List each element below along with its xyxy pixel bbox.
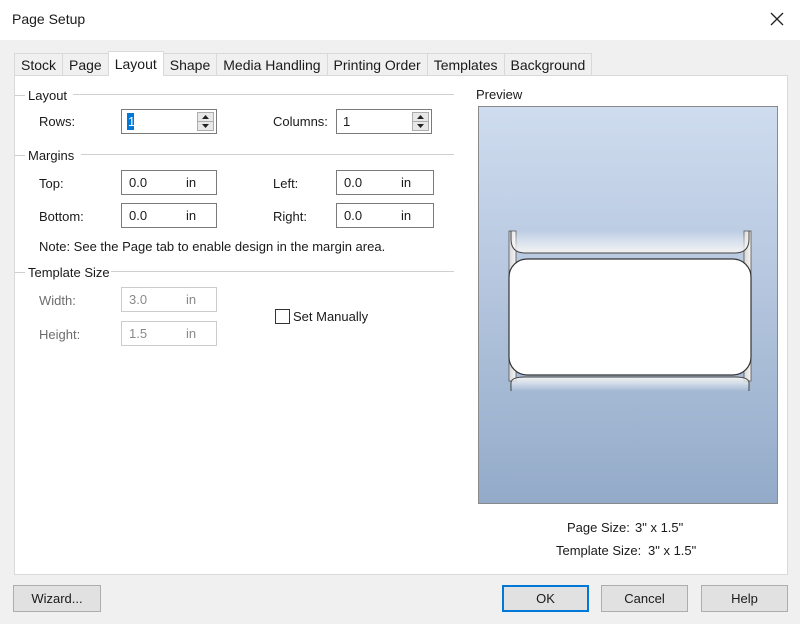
up-arrow-icon [417,115,424,119]
dialog-body: Stock Page Layout Shape Media Handling P… [0,40,800,624]
margin-note: Note: See the Page tab to enable design … [39,239,386,254]
tab-templates[interactable]: Templates [426,53,505,76]
tab-printing-order[interactable]: Printing Order [326,53,428,76]
tab-media-handling[interactable]: Media Handling [216,53,328,76]
columns-value: 1 [343,114,351,129]
columns-decrement-button[interactable] [412,122,429,131]
width-label: Width: [39,293,76,308]
down-arrow-icon [202,124,209,128]
left-margin-field[interactable]: 0.0 in [336,170,434,195]
rows-value: 1 [128,114,136,129]
ok-button[interactable]: OK [502,585,589,612]
template-size-value: 3" x 1.5" [648,543,697,558]
height-label: Height: [39,327,81,342]
right-margin-label: Right: [273,209,307,224]
margins-group-title: Margins [15,147,74,163]
title-bar: Page Setup [0,0,800,40]
divider [73,94,454,95]
set-manually-label[interactable]: Set Manually [293,309,368,324]
rows-label: Rows: [39,114,76,129]
set-manually-checkbox[interactable] [275,309,290,324]
down-arrow-icon [417,124,424,128]
template-size-label: Template Size: [556,543,642,558]
tab-page[interactable]: Page [62,53,109,76]
preview-title: Preview [476,87,523,102]
template-height-field[interactable]: 1.5 in [121,321,217,346]
tab-layout[interactable]: Layout [107,51,164,76]
bottom-margin-field[interactable]: 0.0 in [121,203,217,228]
close-icon [770,12,784,26]
up-arrow-icon [202,115,209,119]
template-size-group-title: Template Size [15,264,110,280]
window-title: Page Setup [12,11,86,27]
rows-spinner[interactable]: 1 [121,109,217,134]
layout-tab-panel: Layout Rows: 1 Columns: 1 Margins Top: 0… [14,75,788,575]
left-margin-label: Left: [273,176,299,191]
label-preview-graphic [508,230,752,391]
close-button[interactable] [760,5,794,33]
tab-stock[interactable]: Stock [14,53,64,76]
rows-decrement-button[interactable] [197,122,214,131]
page-size-label: Page Size: [567,520,630,535]
page-size-value: 3" x 1.5" [635,520,684,535]
tab-background[interactable]: Background [503,53,593,76]
bottom-margin-label: Bottom: [39,209,84,224]
layout-group-title: Layout [15,87,67,103]
right-margin-field[interactable]: 0.0 in [336,203,434,228]
tab-bar: Stock Page Layout Shape Media Handling P… [14,51,593,76]
columns-spinner[interactable]: 1 [336,109,432,134]
rows-increment-button[interactable] [197,112,214,122]
wizard-button[interactable]: Wizard... [13,585,101,612]
top-margin-label: Top: [39,176,64,191]
divider [81,154,454,155]
columns-increment-button[interactable] [412,112,429,122]
tab-shape[interactable]: Shape [162,53,218,76]
cancel-button[interactable]: Cancel [601,585,688,612]
top-margin-field[interactable]: 0.0 in [121,170,217,195]
preview-pane [478,106,778,504]
help-button[interactable]: Help [701,585,788,612]
columns-label: Columns: [273,114,328,129]
template-width-field[interactable]: 3.0 in [121,287,217,312]
divider [111,271,454,272]
